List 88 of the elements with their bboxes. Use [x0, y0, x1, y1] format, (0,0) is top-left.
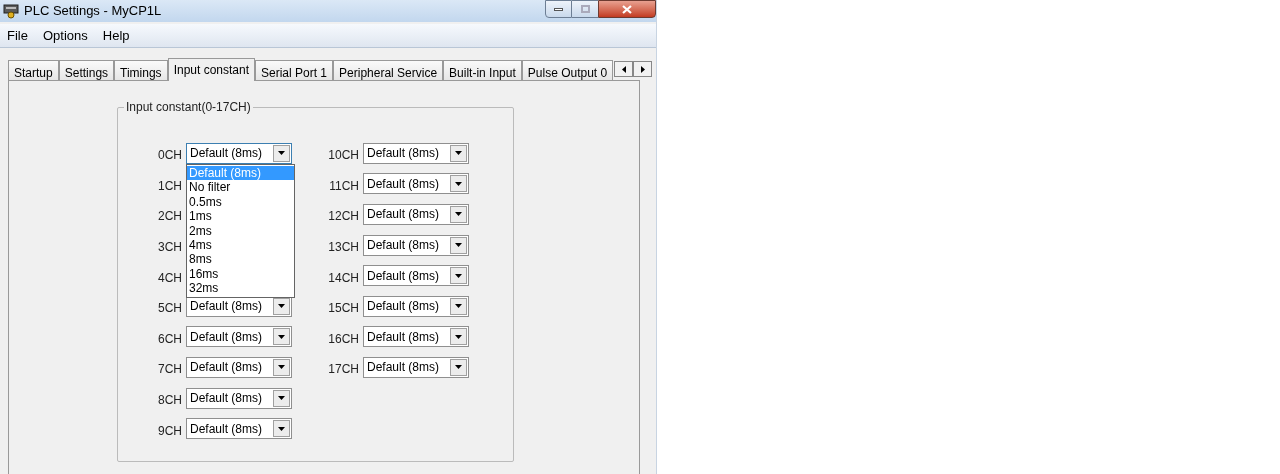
dropdown-option[interactable]: 0.5ms	[187, 194, 294, 210]
filter-dropdown[interactable]: Default (8ms)	[363, 295, 469, 317]
tab[interactable]: Timings	[114, 60, 168, 80]
channel-label: 9CH	[157, 422, 183, 440]
dropdown-option[interactable]: 1ms	[187, 209, 294, 224]
tab[interactable]: Input constant	[167, 58, 255, 81]
dropdown-option[interactable]: 4ms	[187, 237, 294, 253]
caret-icon	[278, 365, 285, 370]
dropdown-button[interactable]	[273, 328, 290, 346]
tab[interactable]: Pulse Output 0	[521, 60, 614, 80]
left-arrow-icon	[621, 65, 626, 73]
dropdown-button[interactable]	[450, 144, 467, 162]
dropdown-option[interactable]: 8ms	[187, 252, 294, 267]
filter-dropdown[interactable]: Default (8ms)	[363, 204, 469, 225]
caret-icon	[455, 243, 462, 248]
filter-dropdown[interactable]: Default (8ms)	[186, 387, 292, 409]
caret-icon	[455, 273, 462, 278]
right-arrow-icon	[640, 65, 645, 73]
channel-label: 5CH	[157, 300, 183, 318]
dropdown-option[interactable]: 16ms	[187, 266, 294, 282]
channel-label: 14CH	[327, 269, 360, 287]
channel-label: 0CH	[157, 147, 183, 165]
dropdown-button[interactable]	[273, 420, 290, 438]
filter-dropdown[interactable]: Default (8ms)	[363, 234, 469, 256]
caret-icon	[455, 151, 462, 156]
scroll-left-button[interactable]	[614, 61, 634, 77]
window-title: PLC Settings - MyCP1L	[24, 2, 162, 21]
channel-label: 10CH	[327, 147, 360, 165]
tab[interactable]: Settings	[58, 60, 115, 80]
menu-item[interactable]: Help	[102, 25, 130, 46]
filter-dropdown[interactable]: Default (8ms)	[186, 356, 292, 378]
dropdown-option[interactable]: 2ms	[187, 223, 294, 238]
filter-dropdown[interactable]: Default (8ms)	[186, 418, 292, 440]
dropdown-button[interactable]	[273, 389, 290, 407]
channel-label: 8CH	[157, 392, 183, 410]
channel-label: 11CH	[328, 177, 360, 195]
channel-label: 6CH	[157, 330, 183, 348]
caret-icon	[455, 365, 462, 370]
minimize-button[interactable]	[545, 0, 572, 18]
dropdown-button[interactable]	[450, 267, 467, 285]
caret-icon	[278, 396, 285, 401]
tab[interactable]: Serial Port 1	[255, 60, 334, 80]
caret-icon	[455, 212, 462, 217]
menu-item[interactable]: Options	[42, 25, 88, 46]
channel-label: 3CH	[157, 239, 183, 257]
dropdown-button[interactable]	[450, 236, 467, 254]
dropdown-option[interactable]: 32ms	[187, 281, 294, 296]
maximize-button[interactable]	[572, 0, 598, 18]
channel-label: 17CH	[327, 361, 360, 379]
channel-label: 4CH	[157, 269, 183, 287]
caret-icon	[278, 304, 285, 309]
filter-dropdown[interactable]: Default (8ms)	[363, 356, 469, 378]
filter-dropdown[interactable]: Default (8ms)	[186, 142, 292, 164]
dropdown-option[interactable]: No filter	[187, 180, 294, 195]
dropdown-button[interactable]	[450, 206, 467, 223]
channel-label: 12CH	[327, 208, 360, 226]
dropdown-button[interactable]	[273, 144, 290, 162]
channel-label: 16CH	[327, 330, 360, 348]
filter-dropdown[interactable]: Default (8ms)	[363, 326, 469, 348]
filter-dropdown[interactable]: Default (8ms)	[186, 326, 292, 348]
channel-label: 15CH	[327, 300, 360, 318]
dropdown-button[interactable]	[450, 297, 467, 315]
tab[interactable]: Built-in Input	[443, 60, 522, 80]
filter-dropdown[interactable]: Default (8ms)	[363, 265, 469, 287]
close-button[interactable]	[598, 0, 656, 18]
filter-dropdown[interactable]: Default (8ms)	[363, 173, 469, 195]
close-icon	[622, 4, 632, 14]
filter-dropdown[interactable]: Default (8ms)	[363, 142, 469, 164]
caret-icon	[278, 151, 285, 156]
tab[interactable]: Peripheral Service	[333, 60, 444, 80]
menu-item[interactable]: File	[7, 25, 28, 46]
channel-label: 2CH	[157, 208, 183, 226]
caret-icon	[278, 426, 285, 431]
caret-icon	[278, 334, 285, 339]
channel-label: 13CH	[327, 239, 360, 257]
group-title: Input constant(0-17CH)	[124, 100, 253, 114]
channel-label: 7CH	[157, 361, 183, 379]
dropdown-button[interactable]	[450, 328, 467, 346]
app-icon	[3, 3, 19, 19]
dropdown-button[interactable]	[450, 358, 467, 376]
caret-icon	[455, 334, 462, 339]
tab[interactable]: Startup	[8, 60, 59, 80]
channel-label: 1CH	[157, 177, 183, 195]
caret-icon	[455, 181, 462, 186]
caret-icon	[455, 304, 462, 309]
dropdown-button[interactable]	[273, 358, 290, 376]
dropdown-button[interactable]	[450, 175, 467, 193]
scroll-right-button[interactable]	[633, 61, 653, 77]
